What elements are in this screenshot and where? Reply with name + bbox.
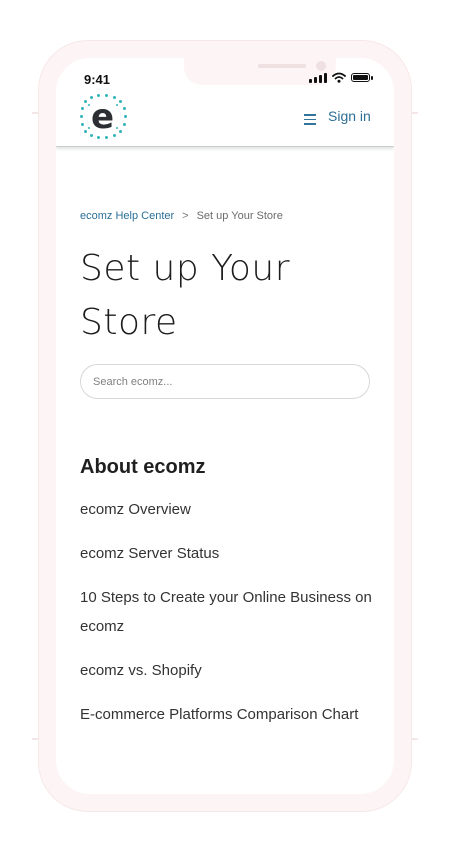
phone-screen: 9:41 e Sign in ecomz Help Center > Set u… (56, 58, 394, 794)
ecomz-logo[interactable]: e (80, 94, 128, 140)
phone-side-button (32, 112, 38, 114)
page-title: Set up Your Store (80, 248, 291, 343)
sign-in-link[interactable]: Sign in (328, 108, 371, 124)
article-link-server-status[interactable]: ecomz Server Status (80, 539, 380, 568)
site-header: e Sign in (56, 92, 394, 147)
phone-side-button (412, 112, 418, 114)
breadcrumb: ecomz Help Center > Set up Your Store (80, 210, 283, 222)
phone-side-button (412, 738, 418, 740)
section-title: About ecomz (80, 456, 206, 478)
breadcrumb-separator: > (182, 210, 189, 222)
search-input[interactable] (80, 364, 370, 399)
cellular-signal-icon (309, 72, 327, 83)
front-camera (316, 61, 326, 71)
speaker-grille (258, 64, 306, 68)
hamburger-menu-icon[interactable] (304, 114, 316, 128)
article-link-overview[interactable]: ecomz Overview (80, 495, 380, 524)
article-link-10-steps[interactable]: 10 Steps to Create your Online Business … (80, 583, 380, 641)
breadcrumb-current: Set up Your Store (196, 210, 283, 222)
wifi-icon (332, 72, 346, 83)
status-bar-icons (309, 72, 373, 83)
status-bar-time: 9:41 (84, 72, 111, 87)
article-link-vs-shopify[interactable]: ecomz vs. Shopify (80, 656, 380, 685)
article-list: ecomz Overview ecomz Server Status 10 St… (80, 495, 380, 744)
battery-icon (351, 73, 373, 82)
article-link-comparison-chart[interactable]: E-commerce Platforms Comparison Chart (80, 700, 380, 729)
phone-side-button (32, 738, 38, 740)
breadcrumb-home-link[interactable]: ecomz Help Center (80, 210, 174, 222)
logo-letter: e (91, 97, 115, 137)
